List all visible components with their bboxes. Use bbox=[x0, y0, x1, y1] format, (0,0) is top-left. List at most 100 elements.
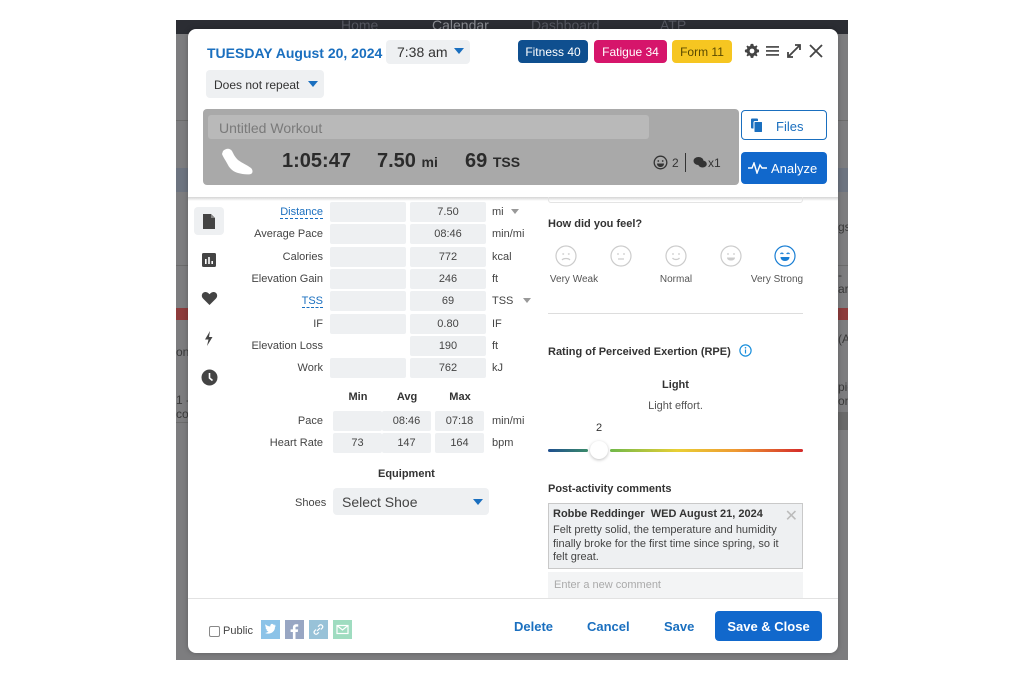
cancel-button[interactable]: Cancel bbox=[587, 619, 630, 634]
minmax-avg-input[interactable]: 08:46 bbox=[382, 411, 431, 431]
footer-divider bbox=[188, 598, 838, 599]
rpe-description: Light effort. bbox=[648, 400, 703, 412]
rpe-slider-track[interactable] bbox=[610, 449, 803, 452]
unit-dropdown-icon[interactable] bbox=[523, 298, 531, 303]
comment-date: WED August 21, 2024 bbox=[650, 508, 763, 520]
analyze-button[interactable]: Analyze bbox=[741, 152, 827, 184]
feel-option-label: Normal bbox=[659, 274, 693, 285]
rpe-level: Light bbox=[662, 379, 689, 391]
time-value: 7:38 am bbox=[397, 44, 448, 60]
metric-planned-input[interactable] bbox=[330, 358, 406, 378]
comment-header: Robbe Reddinger WED August 21, 2024 bbox=[553, 508, 763, 520]
feel-option-4[interactable] bbox=[774, 245, 796, 272]
metric-unit: min/mi bbox=[492, 228, 525, 240]
menu-icon[interactable] bbox=[765, 43, 781, 59]
expand-icon[interactable] bbox=[786, 43, 802, 59]
feel-option-0[interactable] bbox=[555, 245, 577, 272]
chevron-down-icon bbox=[454, 48, 464, 54]
tss-stat: 69 TSS bbox=[465, 150, 521, 172]
feel-option-3[interactable] bbox=[720, 245, 742, 272]
minmax-row-label: Heart Rate bbox=[269, 437, 323, 449]
shoe-select[interactable]: Select Shoe bbox=[333, 488, 489, 515]
face-icon bbox=[610, 245, 632, 267]
scrolled-panel-edge bbox=[548, 197, 803, 203]
metric-label: Work bbox=[297, 362, 323, 374]
unit-dropdown-icon[interactable] bbox=[511, 209, 519, 214]
shoes-label: Shoes bbox=[295, 497, 327, 509]
metric-label: Elevation Gain bbox=[251, 273, 323, 285]
fitness-badge[interactable]: Fitness 40 bbox=[518, 40, 588, 63]
repeat-value: Does not repeat bbox=[214, 78, 300, 92]
facebook-share-icon[interactable] bbox=[285, 620, 304, 639]
comment-count: x1 bbox=[708, 156, 721, 170]
new-comment-input[interactable]: Enter a new comment bbox=[548, 572, 803, 598]
info-icon[interactable] bbox=[739, 344, 752, 360]
metric-unit[interactable]: TSS bbox=[492, 295, 513, 307]
metric-planned-input[interactable] bbox=[330, 291, 406, 311]
close-icon[interactable] bbox=[808, 43, 824, 59]
fatigue-badge[interactable]: Fatigue 34 bbox=[594, 40, 667, 63]
metric-completed-input[interactable]: 69 bbox=[410, 291, 486, 311]
metric-completed-input[interactable]: 190 bbox=[410, 336, 486, 356]
rpe-slider-thumb[interactable] bbox=[590, 441, 608, 459]
save-and-close-button[interactable]: Save & Close bbox=[715, 611, 822, 641]
metric-completed-input[interactable]: 772 bbox=[410, 247, 486, 267]
workout-title-input[interactable]: Untitled Workout bbox=[208, 115, 649, 139]
minmax-max-input[interactable]: 07:18 bbox=[435, 411, 484, 431]
delete-comment-icon[interactable]: ✕ bbox=[785, 506, 798, 526]
minmax-min-input[interactable] bbox=[333, 411, 382, 431]
gear-icon[interactable] bbox=[744, 43, 760, 59]
link-share-icon[interactable] bbox=[309, 620, 328, 639]
metric-unit: ft bbox=[492, 273, 499, 285]
public-checkbox[interactable] bbox=[209, 626, 220, 637]
comment-text: Felt pretty solid, the temperature and h… bbox=[553, 524, 779, 563]
metric-planned-input[interactable] bbox=[330, 202, 406, 222]
minmax-max-input[interactable]: 164 bbox=[435, 433, 484, 453]
workout-date[interactable]: TUESDAY August 20, 2024 bbox=[207, 45, 382, 61]
metric-label[interactable]: Distance bbox=[188, 206, 323, 219]
save-button[interactable]: Save bbox=[664, 619, 694, 634]
metric-unit: ft bbox=[492, 340, 499, 352]
time-select[interactable]: 7:38 am bbox=[386, 40, 470, 64]
metric-completed-input[interactable]: 7.50 bbox=[410, 202, 486, 222]
metric-unit[interactable]: mi bbox=[492, 206, 504, 218]
metric-label[interactable]: TSS bbox=[188, 295, 323, 308]
chevron-down-icon bbox=[473, 499, 483, 505]
metric-completed-input[interactable]: 762 bbox=[410, 358, 486, 378]
metric-completed-input[interactable]: 0.80 bbox=[410, 314, 486, 334]
feel-title: How did you feel? bbox=[548, 218, 643, 230]
shoe-value: Select Shoe bbox=[342, 494, 418, 510]
delete-button[interactable]: Delete bbox=[514, 619, 553, 634]
equipment-title: Equipment bbox=[378, 468, 435, 480]
comments-title: Post-activity comments bbox=[548, 483, 672, 495]
minmax-avg-input[interactable]: 147 bbox=[382, 433, 431, 453]
metric-planned-input[interactable] bbox=[330, 314, 406, 334]
files-button[interactable]: Files bbox=[741, 110, 827, 140]
comment-author: Robbe Reddinger bbox=[553, 508, 645, 520]
repeat-select[interactable]: Does not repeat bbox=[206, 70, 324, 98]
metric-planned-input[interactable] bbox=[330, 269, 406, 289]
minmax-min-input[interactable]: 73 bbox=[333, 433, 382, 453]
workout-summary-card: Untitled Workout 1:05:47 7.50 mi 69 TSS … bbox=[203, 109, 739, 185]
chevron-down-icon bbox=[308, 81, 318, 87]
feel-option-2[interactable] bbox=[665, 245, 687, 272]
minmax-unit: min/mi bbox=[492, 415, 525, 427]
files-icon bbox=[750, 118, 764, 136]
minmax-row-label: Pace bbox=[297, 415, 323, 427]
feel-option-1[interactable] bbox=[610, 245, 632, 272]
email-share-icon[interactable] bbox=[333, 620, 352, 639]
smiley-icon bbox=[653, 155, 668, 175]
metric-planned-input[interactable] bbox=[330, 247, 406, 267]
form-badge[interactable]: Form 11 bbox=[672, 40, 732, 63]
feeling-count: 2 bbox=[672, 156, 679, 170]
metric-label: IF bbox=[313, 318, 323, 330]
feel-option-label: Very Weak bbox=[549, 274, 599, 285]
rpe-slider-track-filled[interactable] bbox=[548, 449, 588, 452]
rpe-value: 2 bbox=[596, 422, 603, 434]
col-head-avg: Avg bbox=[396, 391, 418, 403]
metric-completed-input[interactable]: 08:46 bbox=[410, 224, 486, 244]
pulse-icon bbox=[748, 160, 767, 177]
metric-planned-input[interactable] bbox=[330, 224, 406, 244]
metric-completed-input[interactable]: 246 bbox=[410, 269, 486, 289]
twitter-share-icon[interactable] bbox=[261, 620, 280, 639]
